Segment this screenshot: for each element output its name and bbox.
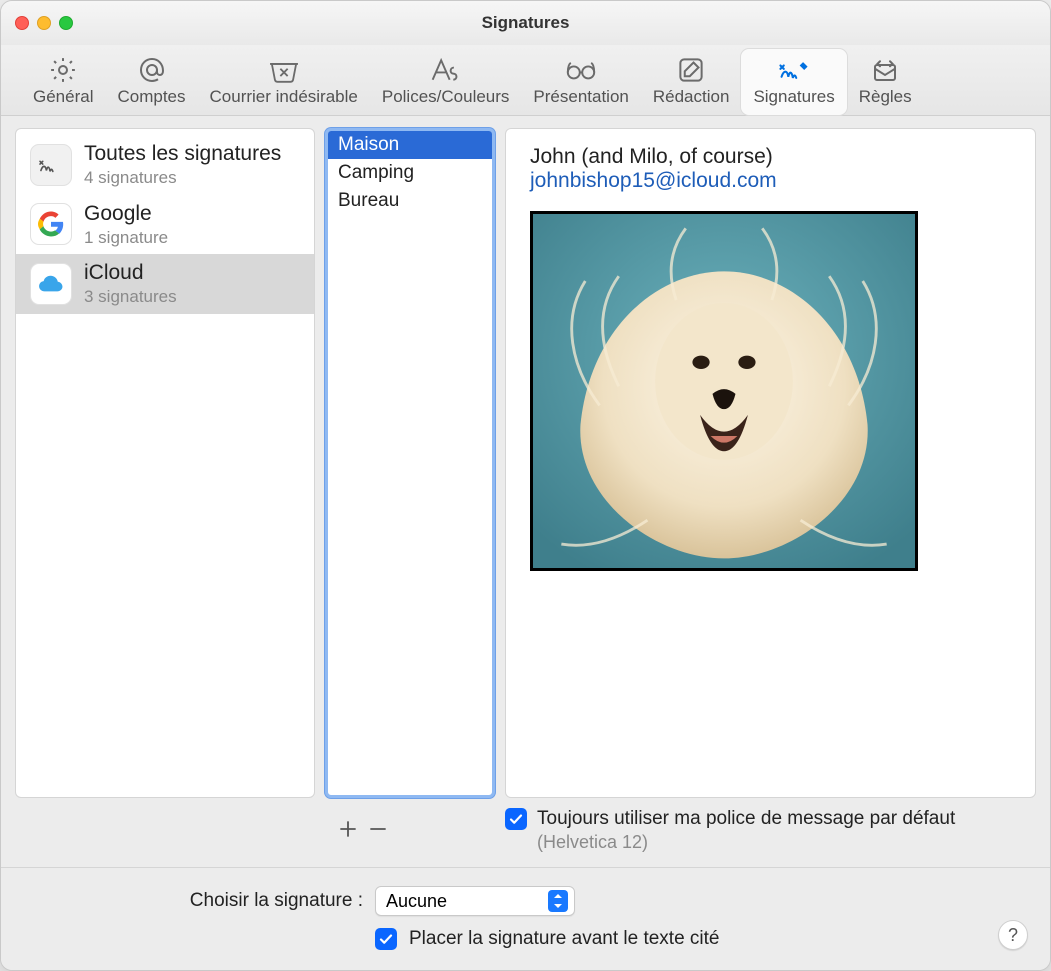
- place-above-label: Placer la signature avant le texte cité: [409, 928, 720, 950]
- google-icon: [30, 203, 72, 245]
- account-all-signatures[interactable]: Toutes les signatures 4 signatures: [16, 135, 314, 195]
- account-title: Google: [84, 201, 168, 227]
- toolbar-label: Présentation: [533, 87, 628, 107]
- junk-icon: [267, 53, 301, 87]
- choose-signature-popup[interactable]: Aucune: [375, 886, 575, 916]
- signature-icon: [30, 144, 72, 186]
- account-count: 3 signatures: [84, 286, 177, 307]
- toolbar-label: Courrier indésirable: [210, 87, 358, 107]
- add-signature-button[interactable]: [333, 816, 363, 842]
- preferences-toolbar: Général Comptes Courrier indésirable Pol…: [1, 45, 1050, 116]
- glasses-icon: [563, 53, 599, 87]
- signature-text-line-1: John (and Milo, of course): [530, 145, 1011, 169]
- account-google[interactable]: Google 1 signature: [16, 195, 314, 255]
- accounts-list[interactable]: Toutes les signatures 4 signatures Googl…: [15, 128, 315, 798]
- tab-signatures[interactable]: Signatures: [741, 49, 846, 115]
- window-title: Signatures: [1, 13, 1050, 33]
- content-area: Toutes les signatures 4 signatures Googl…: [1, 116, 1050, 970]
- account-title: Toutes les signatures: [84, 141, 281, 167]
- account-count: 4 signatures: [84, 167, 281, 188]
- footer: Choisir la signature : Aucune Placer la …: [1, 867, 1050, 970]
- signature-image: [530, 211, 918, 571]
- fonts-icon: [429, 53, 463, 87]
- signature-list[interactable]: Maison Camping Bureau: [325, 128, 495, 798]
- default-font-label: Toujours utiliser ma police de message p…: [537, 808, 955, 830]
- toolbar-label: Polices/Couleurs: [382, 87, 510, 107]
- add-remove-buttons: [325, 816, 393, 842]
- signature-item-camping[interactable]: Camping: [328, 159, 492, 187]
- tab-accounts[interactable]: Comptes: [105, 49, 197, 115]
- account-title: iCloud: [84, 260, 177, 286]
- tab-composing[interactable]: Rédaction: [641, 49, 742, 115]
- toolbar-label: Signatures: [753, 87, 834, 107]
- choose-signature-label: Choisir la signature :: [23, 890, 363, 912]
- compose-icon: [676, 53, 706, 87]
- chevron-up-down-icon: [548, 890, 568, 912]
- at-icon: [137, 53, 167, 87]
- gear-icon: [48, 53, 78, 87]
- rules-icon: [870, 53, 900, 87]
- tab-rules[interactable]: Règles: [847, 49, 924, 115]
- titlebar: Signatures: [1, 1, 1050, 45]
- signature-item-maison[interactable]: Maison: [328, 131, 492, 159]
- account-icloud[interactable]: iCloud 3 signatures: [16, 254, 314, 314]
- default-font-checkbox[interactable]: [505, 808, 527, 830]
- signature-editor[interactable]: John (and Milo, of course) johnbishop15@…: [505, 128, 1036, 798]
- panels: Toutes les signatures 4 signatures Googl…: [1, 116, 1050, 808]
- icloud-icon: [30, 263, 72, 305]
- signature-item-bureau[interactable]: Bureau: [328, 187, 492, 215]
- signature-icon: [777, 53, 811, 87]
- choose-signature-value: Aucune: [386, 891, 447, 912]
- tab-viewing[interactable]: Présentation: [521, 49, 640, 115]
- toolbar-label: Rédaction: [653, 87, 730, 107]
- toolbar-label: Règles: [859, 87, 912, 107]
- default-font-sub: (Helvetica 12): [537, 832, 955, 853]
- tab-junk[interactable]: Courrier indésirable: [198, 49, 370, 115]
- tab-general[interactable]: Général: [21, 49, 105, 115]
- place-above-checkbox[interactable]: [375, 928, 397, 950]
- remove-signature-button[interactable]: [363, 816, 393, 842]
- help-button[interactable]: ?: [998, 920, 1028, 950]
- preferences-window: Signatures Général Comptes Courrier indé…: [0, 0, 1051, 971]
- account-count: 1 signature: [84, 227, 168, 248]
- toolbar-label: Général: [33, 87, 93, 107]
- tab-fonts[interactable]: Polices/Couleurs: [370, 49, 522, 115]
- panels-footer-row: Toujours utiliser ma police de message p…: [1, 808, 1050, 867]
- toolbar-label: Comptes: [117, 87, 185, 107]
- signature-email: johnbishop15@icloud.com: [530, 169, 1011, 193]
- signature-list-column: Maison Camping Bureau: [325, 128, 495, 798]
